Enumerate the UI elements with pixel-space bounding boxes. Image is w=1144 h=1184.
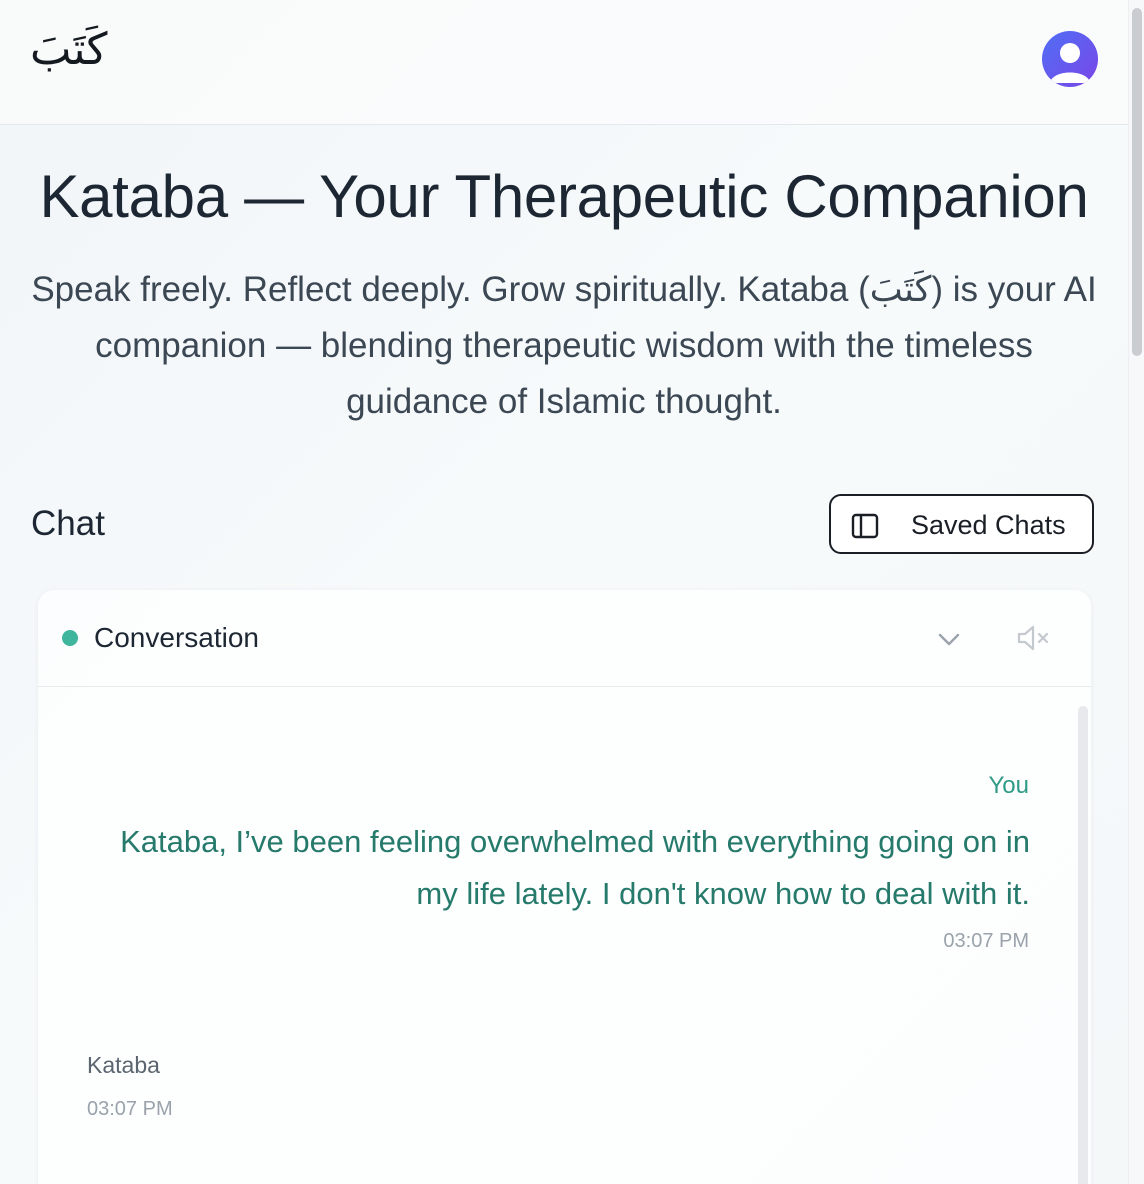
user-avatar-button[interactable] <box>1042 31 1098 87</box>
user-icon <box>1050 43 1090 83</box>
conversation-scrollbar[interactable] <box>1078 706 1088 1184</box>
page-title: Kataba — Your Therapeutic Companion <box>39 163 1089 230</box>
saved-chats-label: Saved Chats <box>911 510 1066 540</box>
conversation-header: Conversation <box>38 590 1091 687</box>
conversation-panel: Conversation You Kataba, I’ve been feeli… <box>38 590 1091 1184</box>
message-timestamp: 03:07 PM <box>87 1098 173 1120</box>
chevron-down-icon[interactable] <box>936 626 962 652</box>
message-timestamp: 03:07 PM <box>943 930 1029 952</box>
page-scrollbar-thumb[interactable] <box>1132 8 1142 356</box>
online-status-dot <box>62 630 78 646</box>
speaker-muted-icon[interactable] <box>1016 624 1052 652</box>
top-navigation-bar: كَتَبَ <box>0 0 1128 125</box>
message-sender: You <box>988 772 1030 799</box>
app-logo[interactable]: كَتَبَ <box>30 28 107 72</box>
page-scrollbar[interactable] <box>1128 0 1144 1184</box>
page-subtitle: Speak freely. Reflect deeply. Grow spiri… <box>31 270 1097 421</box>
saved-chats-button[interactable]: Saved Chats <box>829 494 1094 554</box>
message-text: Kataba, I’ve been feeling overwhelmed wi… <box>120 824 1030 911</box>
message-sender: Kataba <box>87 1052 160 1078</box>
sidebar-panel-icon <box>851 513 879 539</box>
chat-section-label: Chat <box>31 504 105 543</box>
conversation-title: Conversation <box>94 622 259 653</box>
